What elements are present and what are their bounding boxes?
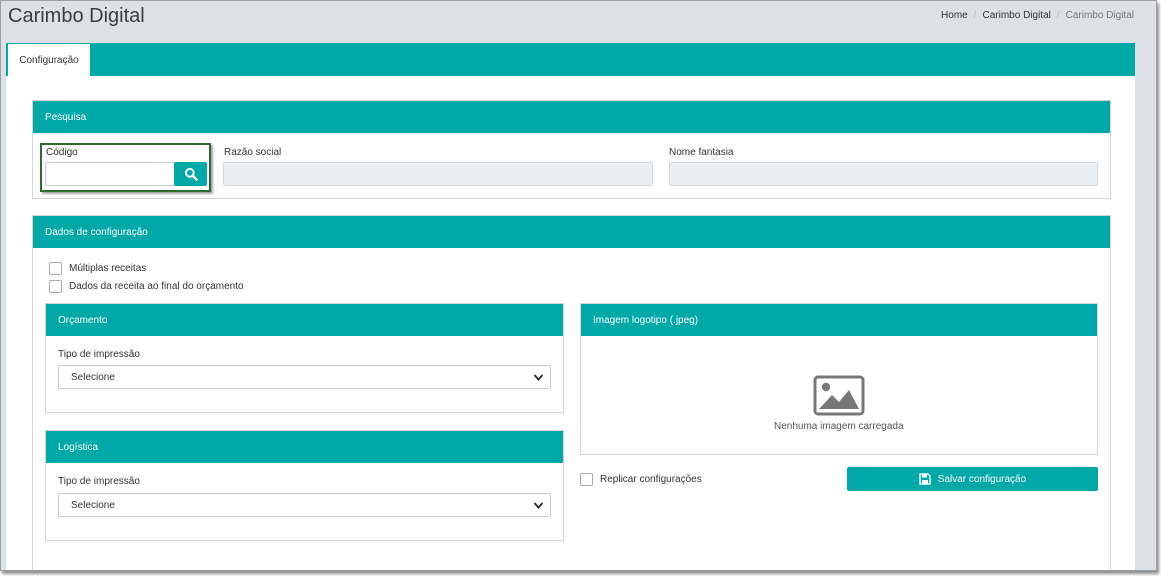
logistica-panel-header: Logística — [46, 431, 563, 463]
search-panel-header: Pesquisa — [33, 101, 1110, 133]
logistica-select-value: Selecione — [71, 499, 115, 511]
breadcrumb-carimbo-digital[interactable]: Carimbo Digital — [983, 10, 1051, 21]
orcamento-panel-header: Orçamento — [46, 304, 563, 336]
breadcrumb-home[interactable]: Home — [941, 10, 968, 21]
razao-social-input — [223, 162, 653, 186]
replicar-label: Replicar configurações — [600, 474, 702, 485]
dados-receita-checkbox[interactable] — [49, 280, 62, 293]
logistica-tipo-impressao-label: Tipo de impressão — [58, 476, 140, 487]
breadcrumb-separator: / — [1056, 10, 1060, 21]
logo-panel-header: Imagem logotipo (.jpeg) — [581, 304, 1097, 336]
tab-bar: Configuração — [6, 43, 1135, 76]
image-icon — [813, 375, 865, 416]
logistica-tipo-impressao-select[interactable]: Selecione — [58, 493, 551, 517]
razao-social-label: Razão social — [224, 147, 282, 158]
replicar-checkbox[interactable] — [580, 473, 593, 486]
chevron-down-icon — [533, 502, 544, 510]
save-config-button[interactable]: Salvar configuração — [847, 467, 1098, 491]
codigo-label: Código — [46, 147, 78, 158]
nome-fantasia-label: Nome fantasia — [669, 147, 734, 158]
nome-fantasia-input — [669, 162, 1098, 186]
orcamento-select-value: Selecione — [71, 371, 115, 383]
breadcrumb-current: Carimbo Digital — [1065, 10, 1134, 21]
tab-configuracao[interactable]: Configuração — [8, 44, 90, 76]
config-panel-header: Dados de configuração — [33, 216, 1110, 248]
dados-receita-label: Dados da receita ao final do orçamento — [69, 281, 244, 292]
multiplas-receitas-label: Múltiplas receitas — [69, 263, 147, 274]
search-button[interactable] — [174, 162, 207, 186]
no-image-text: Nenhuma imagem carregada — [774, 421, 904, 432]
multiplas-receitas-checkbox[interactable] — [49, 262, 62, 275]
chevron-down-icon — [533, 374, 544, 382]
save-config-label: Salvar configuração — [937, 473, 1027, 485]
orcamento-tipo-impressao-select[interactable]: Selecione — [58, 365, 551, 389]
codigo-input[interactable] — [45, 162, 176, 186]
orcamento-tipo-impressao-label: Tipo de impressão — [58, 349, 140, 360]
breadcrumb: Home / Carimbo Digital / Carimbo Digital — [941, 10, 1134, 21]
floppy-disk-icon — [919, 473, 931, 485]
search-icon — [184, 167, 198, 181]
breadcrumb-separator: / — [973, 10, 977, 21]
app-window: Carimbo Digital Home / Carimbo Digital /… — [0, 0, 1157, 571]
page-title: Carimbo Digital — [8, 5, 145, 27]
